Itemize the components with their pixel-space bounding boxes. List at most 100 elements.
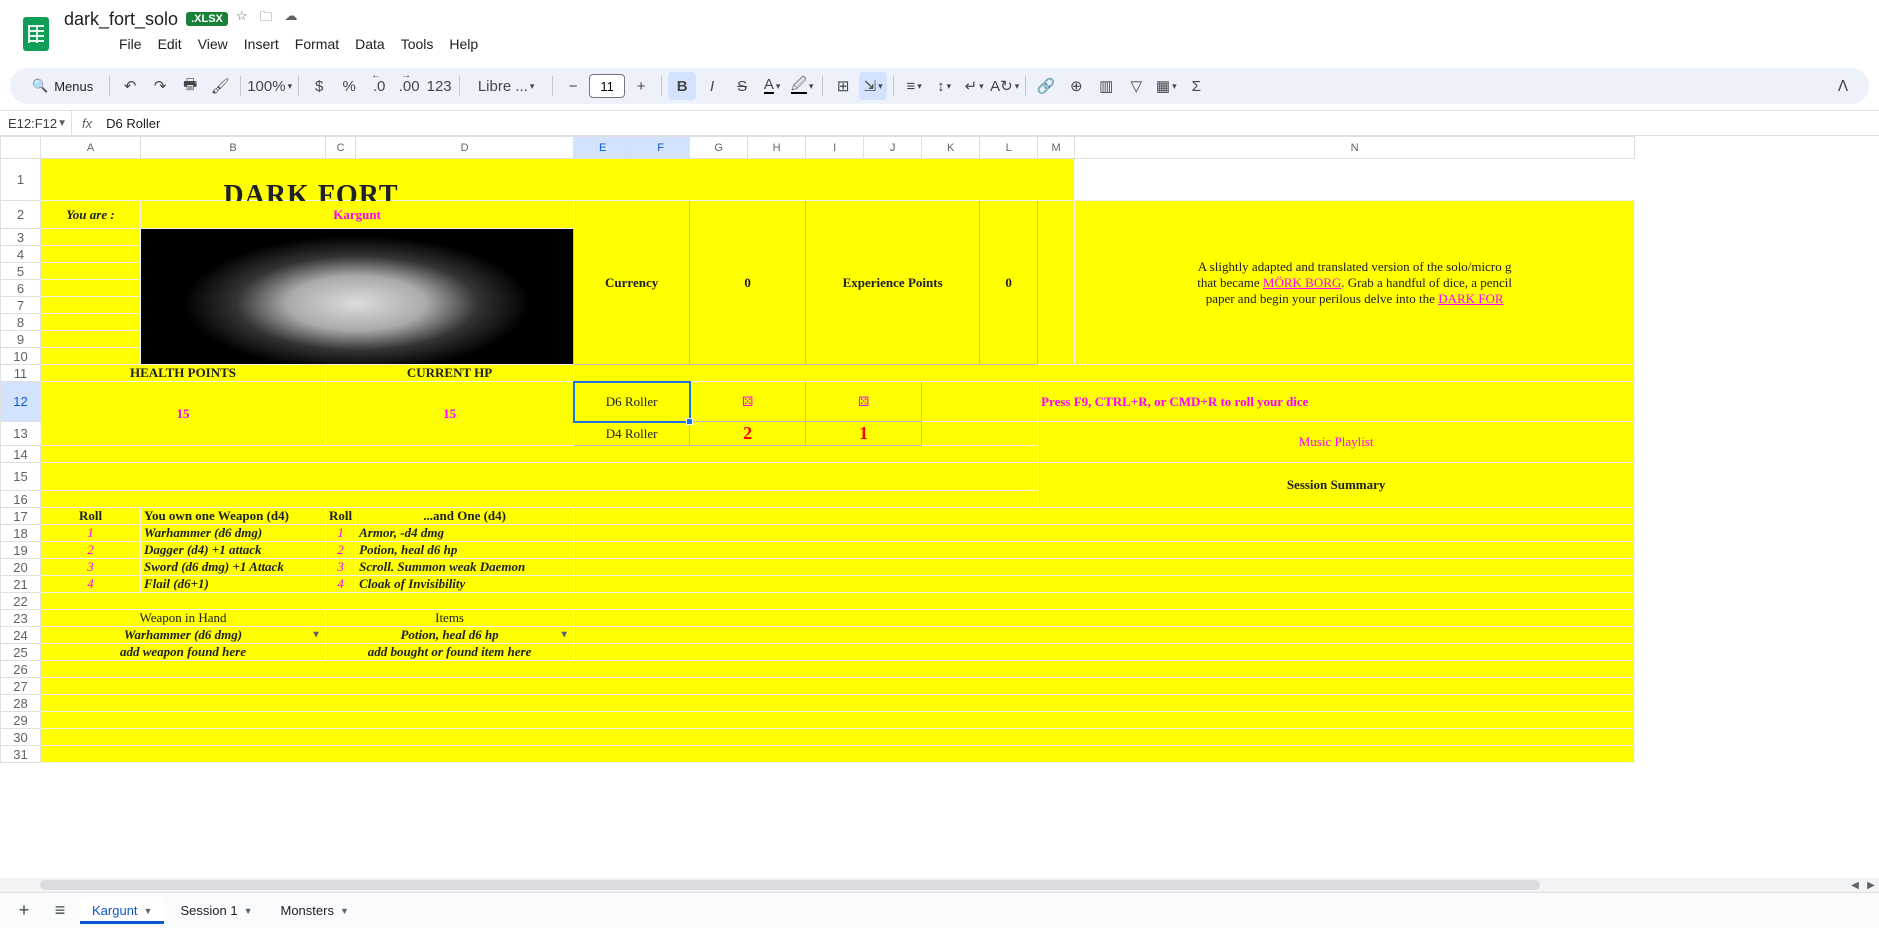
currency-label: Currency [577, 275, 686, 291]
d4-result-1: 2 [690, 422, 806, 446]
weapon-in-hand-header: Weapon in Hand [41, 610, 326, 627]
you-are-label: You are : [41, 201, 141, 229]
weapon-select[interactable]: Warhammer (d6 dmg)▼ [41, 627, 326, 644]
cur-hp-value: 15 [326, 382, 574, 446]
menu-bar: File Edit View Insert Format Data Tools … [64, 32, 533, 60]
percent-format-button[interactable]: % [335, 72, 363, 100]
grid-table: ABCD EF GHIJKLMN 1 DARK FORT 2 You are :… [0, 136, 1635, 763]
font-size-input[interactable] [589, 74, 625, 98]
xp-value: 0 [980, 201, 1038, 365]
menu-file[interactable]: File [112, 32, 149, 56]
more-formats-button[interactable]: 123 [425, 72, 453, 100]
filter-button[interactable]: ▽ [1122, 72, 1150, 100]
menu-tools[interactable]: Tools [394, 32, 441, 56]
filter-views-button[interactable]: ▦ [1152, 72, 1180, 100]
chevron-down-icon: ▼ [57, 118, 67, 129]
cloud-icon[interactable]: ☁ [285, 8, 298, 30]
item-select[interactable]: Potion, heal d6 hp▼ [326, 627, 574, 644]
formula-input[interactable]: D6 Roller [102, 116, 1879, 131]
borders-button[interactable]: ⊞ [829, 72, 857, 100]
search-menus[interactable]: 🔍 Menus [22, 78, 103, 94]
add-sheet-button[interactable]: + [8, 897, 40, 925]
font-size-increase[interactable]: + [627, 72, 655, 100]
grid-area[interactable]: ABCD EF GHIJKLMN 1 DARK FORT 2 You are :… [0, 136, 1879, 884]
xp-label: Experience Points [809, 275, 976, 291]
player-name: Kargunt [141, 201, 574, 229]
menu-data[interactable]: Data [348, 32, 392, 56]
strike-button[interactable]: S [728, 72, 756, 100]
menu-format[interactable]: Format [288, 32, 346, 56]
currency-format-button[interactable]: $ [305, 72, 333, 100]
bold-button[interactable]: B [668, 72, 696, 100]
star-icon[interactable]: ☆ [236, 8, 248, 30]
horizontal-scrollbar[interactable]: ◀ ▶ [0, 878, 1879, 892]
mork-borg-link[interactable]: MÖRK BORG [1263, 275, 1341, 290]
redo-button[interactable]: ↷ [146, 72, 174, 100]
dark-fort-link[interactable]: DARK FOR [1438, 291, 1503, 306]
toolbar: 🔍 Menus ↶ ↷ 🖶 🖌 100% $ % ←.0 →.00 123 Li… [10, 68, 1869, 104]
all-sheets-button[interactable]: ≡ [44, 897, 76, 925]
italic-button[interactable]: I [698, 72, 726, 100]
comment-button[interactable]: ⊕ [1062, 72, 1090, 100]
sheet-tab-session1[interactable]: Session 1▼ [168, 897, 264, 924]
item-option-1: Armor, -d4 dmg [356, 525, 574, 542]
roll-instructions: Press F9, CTRL+R, or CMD+R to roll your … [1038, 382, 1635, 422]
collapse-toolbar-button[interactable]: ᐱ [1829, 72, 1857, 100]
menu-insert[interactable]: Insert [237, 32, 286, 56]
sheets-logo[interactable] [16, 14, 56, 54]
d6-roller-label: D6 Roller [574, 382, 690, 422]
hp-header: HEALTH POINTS [41, 365, 326, 382]
h-align-button[interactable]: ≡ [900, 72, 928, 100]
link-button[interactable]: 🔗 [1032, 72, 1060, 100]
weapon-option-4: Flail (d6+1) [141, 576, 326, 593]
text-color-button[interactable]: A [758, 72, 786, 100]
increase-decimal-button[interactable]: →.00 [395, 72, 423, 100]
column-headers[interactable]: ABCD EF GHIJKLMN [1, 137, 1635, 159]
roll-header-1: Roll [41, 508, 141, 525]
v-align-button[interactable]: ↕ [930, 72, 958, 100]
functions-button[interactable]: Σ [1182, 72, 1210, 100]
menu-edit[interactable]: Edit [151, 32, 189, 56]
intro-text: A slightly adapted and translated versio… [1075, 201, 1635, 365]
rotate-button[interactable]: A↻ [990, 72, 1019, 100]
title-bar: dark_fort_solo .XLSX ☆ 🗀 ☁ File Edit Vie… [0, 0, 1879, 68]
menu-view[interactable]: View [191, 32, 235, 56]
sheet-tab-monsters[interactable]: Monsters▼ [268, 897, 360, 924]
add-weapon-hint[interactable]: add weapon found here [41, 644, 326, 661]
formula-bar: E12:F12 ▼ fx D6 Roller [0, 110, 1879, 136]
hp-value: 15 [41, 382, 326, 446]
session-summary-header: Session Summary [1038, 463, 1635, 508]
add-item-hint[interactable]: add bought or found item here [326, 644, 574, 661]
decrease-decimal-button[interactable]: ←.0 [365, 72, 393, 100]
font-size-decrease[interactable]: − [559, 72, 587, 100]
chart-button[interactable]: ▥ [1092, 72, 1120, 100]
undo-button[interactable]: ↶ [116, 72, 144, 100]
wrap-button[interactable]: ↵ [960, 72, 988, 100]
music-playlist-link[interactable]: Music Playlist [1038, 422, 1635, 463]
weapon-option-1: Warhammer (d6 dmg) [141, 525, 326, 542]
d4-result-2: 1 [806, 422, 922, 446]
sheet-tab-kargunt[interactable]: Kargunt▼ [80, 897, 164, 924]
menu-help[interactable]: Help [442, 32, 485, 56]
d6-result-1: ⚄ [690, 382, 806, 422]
doc-title[interactable]: dark_fort_solo [64, 9, 178, 30]
chevron-down-icon: ▼ [311, 630, 321, 641]
zoom-select[interactable]: 100% [247, 72, 292, 100]
currency-value: 0 [690, 201, 806, 365]
xlsx-badge: .XLSX [186, 12, 228, 26]
item-option-3: Scroll. Summon weak Daemon [356, 559, 574, 576]
chevron-down-icon: ▼ [559, 630, 569, 641]
name-box[interactable]: E12:F12 ▼ [0, 111, 72, 135]
item-option-2: Potion, heal d6 hp [356, 542, 574, 559]
cur-hp-header: CURRENT HP [326, 365, 574, 382]
items-header: Items [326, 610, 574, 627]
item-option-4: Cloak of Invisibility [356, 576, 574, 593]
merge-button[interactable]: ⇲ [859, 72, 887, 100]
font-select[interactable]: Libre ... [466, 72, 546, 100]
fill-color-button[interactable]: 🖉 [788, 72, 816, 100]
print-button[interactable]: 🖶 [176, 72, 204, 100]
paint-format-button[interactable]: 🖌 [206, 72, 234, 100]
move-icon[interactable]: 🗀 [260, 8, 273, 30]
item-header: ...and One (d4) [356, 508, 574, 525]
fx-label: fx [72, 116, 102, 131]
